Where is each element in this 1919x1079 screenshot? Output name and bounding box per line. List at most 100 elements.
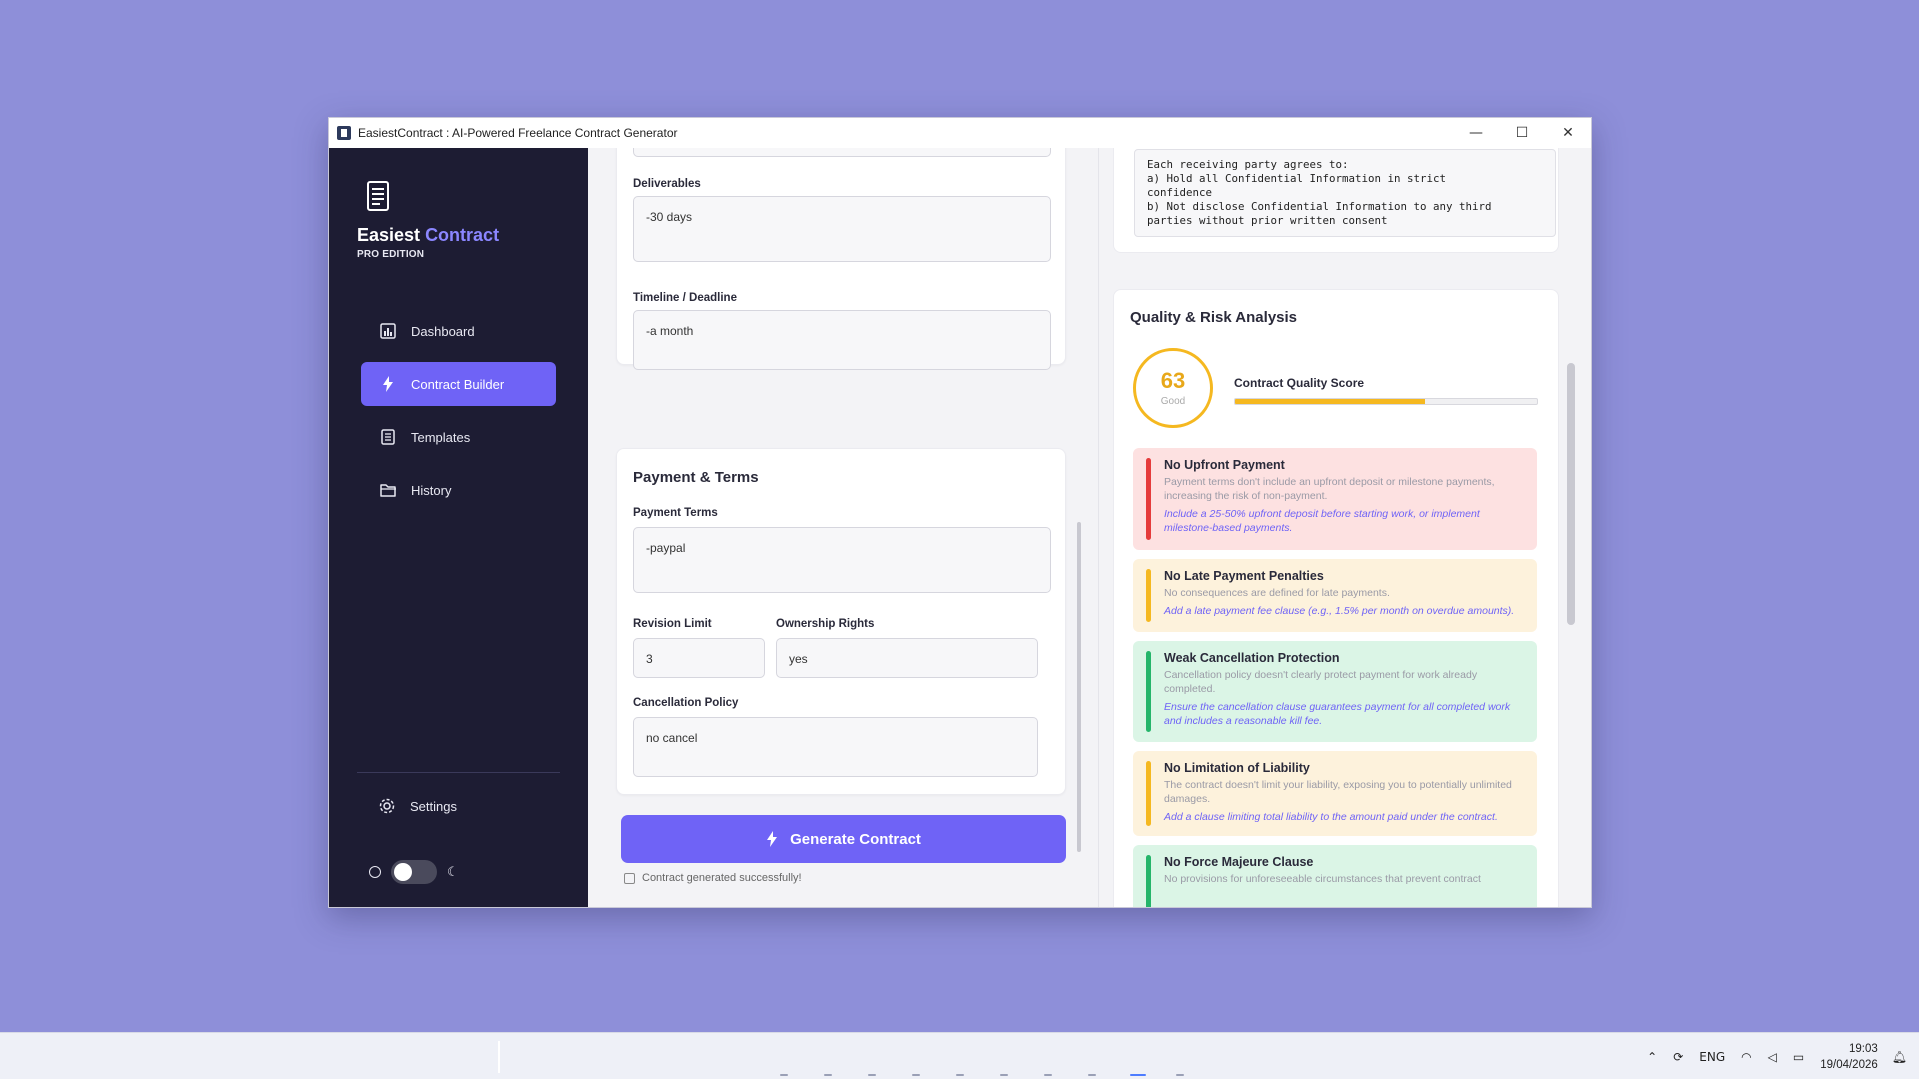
chart-icon — [379, 322, 397, 340]
language-indicator[interactable]: ENG — [1699, 1050, 1725, 1064]
score-ring: 63 Good — [1133, 348, 1213, 428]
score-grade: Good — [1160, 395, 1186, 407]
taskbar-app[interactable] — [1000, 1074, 1008, 1076]
sidebar-item-templates[interactable]: Templates — [361, 415, 556, 459]
checkbox-icon — [624, 872, 635, 884]
sidebar-item-settings[interactable]: Settings — [378, 797, 457, 815]
severity-bar — [1146, 569, 1151, 622]
issue-fix: Add a late payment fee clause (e.g., 1.5… — [1164, 605, 1515, 617]
score-progress-fill — [1235, 399, 1426, 404]
generate-contract-button[interactable]: Generate Contract — [621, 815, 1066, 863]
taskbar-app[interactable] — [1088, 1074, 1096, 1076]
edition-label: PRO EDITION — [357, 249, 425, 260]
app-window: EasiestContract : AI-Powered Freelance C… — [328, 117, 1592, 908]
wifi-icon[interactable]: ◠ — [1741, 1050, 1751, 1064]
timeline-field[interactable]: -a month — [633, 310, 1051, 370]
project-details-card: Deliverables -30 days Timeline / Deadlin… — [616, 148, 1066, 370]
system-tray: ⌃ ⟳ ENG ◠ ◁ ▭ 19:03 19/04/2026 🔔︎ — [1647, 1033, 1919, 1079]
cancellation-policy-label: Cancellation Policy — [633, 697, 739, 709]
taskbar-app-active[interactable] — [1130, 1074, 1146, 1076]
minimize-button[interactable]: — — [1453, 118, 1499, 148]
contract-logo-icon — [367, 181, 389, 211]
contract-preview-card: Each receiving party agrees to: a) Hold … — [1113, 148, 1559, 253]
contract-form: Deliverables -30 days Timeline / Deadlin… — [588, 148, 1098, 907]
taskbar-separator — [498, 1041, 500, 1073]
issue-card: No Limitation of Liability The contract … — [1133, 751, 1537, 836]
sidebar-item-dashboard[interactable]: Dashboard — [361, 309, 556, 353]
deliverables-field[interactable]: -30 days — [633, 196, 1051, 262]
maximize-button[interactable]: ☐ — [1499, 118, 1545, 148]
clock[interactable]: 19:03 19/04/2026 — [1820, 1041, 1878, 1073]
severity-bar — [1146, 458, 1151, 540]
quality-risk-title: Quality & Risk Analysis — [1130, 309, 1298, 326]
brand-second: Contract — [425, 225, 500, 245]
status-text: Contract generated successfully! — [642, 872, 802, 884]
issue-description: Payment terms don't include an upfront d… — [1164, 476, 1495, 502]
issue-card: No Upfront Payment Payment terms don't i… — [1133, 448, 1537, 550]
severity-bar — [1146, 651, 1151, 732]
taskbar-app[interactable] — [912, 1074, 920, 1076]
clock-date: 19/04/2026 — [1820, 1058, 1878, 1071]
taskbar-app[interactable] — [868, 1074, 876, 1076]
deliverables-label: Deliverables — [633, 178, 701, 190]
contract-preview-text[interactable]: Each receiving party agrees to: a) Hold … — [1134, 149, 1556, 237]
cancellation-policy-field[interactable]: no cancel — [633, 717, 1038, 777]
ownership-rights-field[interactable]: yes — [776, 638, 1038, 678]
score-progress-bar — [1234, 398, 1538, 405]
generate-contract-label: Generate Contract — [790, 830, 921, 848]
issue-fix: Ensure the cancellation clause guarantee… — [1164, 701, 1511, 727]
issue-card: No Late Payment Penalties No consequence… — [1133, 559, 1537, 632]
form-scrollbar[interactable] — [1077, 522, 1081, 852]
revision-limit-field[interactable]: 3 — [633, 638, 765, 678]
chevron-up-icon[interactable]: ⌃ — [1647, 1050, 1657, 1064]
sidebar-item-label: History — [411, 482, 452, 498]
score-value: 63 — [1160, 367, 1186, 393]
gear-icon — [379, 798, 395, 814]
revision-limit-label: Revision Limit — [633, 618, 712, 630]
sidebar-divider — [357, 772, 560, 773]
notification-bell-icon[interactable]: 🔔︎ — [1892, 1050, 1907, 1064]
theme-toggle[interactable] — [391, 860, 437, 884]
taskbar-app[interactable] — [1176, 1074, 1184, 1076]
folder-icon — [379, 481, 397, 499]
close-button[interactable]: ✕ — [1545, 118, 1591, 148]
status-message: Contract generated successfully! — [624, 872, 802, 884]
battery-icon[interactable]: ▭ — [1793, 1050, 1804, 1064]
taskbar-app[interactable] — [956, 1074, 964, 1076]
taskbar-app[interactable] — [824, 1074, 832, 1076]
taskbar-app[interactable] — [1044, 1074, 1052, 1076]
sun-icon — [369, 866, 381, 878]
score-title: Contract Quality Score — [1234, 376, 1365, 390]
issue-title: No Limitation of Liability — [1164, 761, 1310, 775]
sidebar-nav: Dashboard Contract Builder Templates His… — [361, 309, 556, 521]
window-title: EasiestContract : AI-Powered Freelance C… — [358, 126, 678, 140]
bolt-icon — [766, 831, 778, 847]
theme-switcher: ☾ — [369, 860, 459, 884]
settings-label: Settings — [410, 798, 457, 814]
title-bar: EasiestContract : AI-Powered Freelance C… — [329, 118, 1591, 148]
payment-terms-field[interactable]: -paypal — [633, 527, 1051, 593]
document-icon — [379, 428, 397, 446]
issue-card: No Force Majeure Clause No provisions fo… — [1133, 845, 1537, 907]
toggle-knob — [394, 863, 412, 881]
taskbar-app[interactable] — [780, 1074, 788, 1076]
sidebar-item-contract-builder[interactable]: Contract Builder — [361, 362, 556, 406]
quality-risk-card: Quality & Risk Analysis 63 Good Contract… — [1113, 289, 1559, 907]
window-controls: — ☐ ✕ — [1453, 118, 1591, 148]
previous-field[interactable] — [633, 148, 1051, 157]
sidebar-item-label: Templates — [411, 429, 471, 445]
app-icon — [337, 126, 351, 140]
issue-title: No Force Majeure Clause — [1164, 855, 1314, 869]
severity-bar — [1146, 761, 1151, 826]
sidebar-item-history[interactable]: History — [361, 468, 556, 512]
sidebar-item-label: Contract Builder — [411, 376, 505, 392]
issue-card: Weak Cancellation Protection Cancellatio… — [1133, 641, 1537, 742]
issue-description: No provisions for unforeseeable circumst… — [1164, 873, 1481, 885]
sidebar: Easiest Contract PRO EDITION Dashboard C… — [329, 148, 588, 907]
analysis-scrollbar[interactable] — [1567, 363, 1575, 625]
sync-icon[interactable]: ⟳ — [1673, 1050, 1683, 1064]
speaker-icon[interactable]: ◁ — [1768, 1050, 1777, 1064]
taskbar: ⌃ ⟳ ENG ◠ ◁ ▭ 19:03 19/04/2026 🔔︎ — [0, 1032, 1919, 1079]
timeline-label: Timeline / Deadline — [633, 292, 737, 304]
issue-title: No Late Payment Penalties — [1164, 569, 1324, 583]
